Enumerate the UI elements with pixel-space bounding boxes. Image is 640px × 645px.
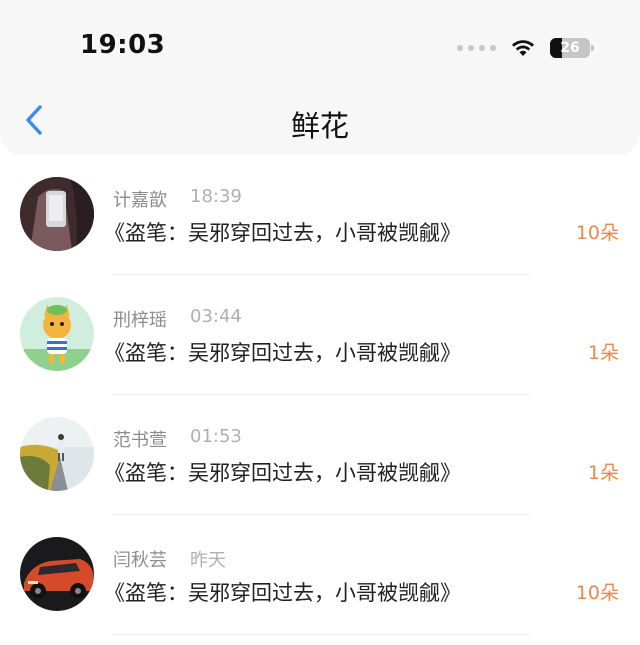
signal-icon (457, 45, 496, 51)
send-time: 昨天 (190, 550, 226, 571)
flower-amount: 1朵 (587, 342, 619, 364)
flower-list: 计嘉歆 18:39 《盗笔：吴邪穿回过去，小哥被觊觎》 10朵 刑梓瑶 03:4… (0, 155, 640, 635)
sender-name: 计嘉歆 (113, 190, 167, 211)
list-item[interactable]: 范书萱 01:53 《盗笔：吴邪穿回过去，小哥被觊觎》 1朵 (0, 395, 640, 515)
book-title: 《盗笔：吴邪穿回过去，小哥被觊觎》 (104, 581, 461, 605)
status-icons: 26 (457, 36, 594, 60)
page-title: 鲜花 (290, 109, 349, 143)
list-item[interactable]: 刑梓瑶 03:44 《盗笔：吴邪穿回过去，小哥被觊觎》 1朵 (0, 275, 640, 395)
avatar (20, 297, 94, 371)
book-title: 《盗笔：吴邪穿回过去，小哥被觊觎》 (104, 221, 461, 245)
avatar (20, 417, 94, 491)
avatar (20, 537, 94, 611)
list-item[interactable]: 闫秋芸 昨天 《盗笔：吴邪穿回过去，小哥被觊觎》 10朵 (0, 515, 640, 635)
list-item[interactable]: 计嘉歆 18:39 《盗笔：吴邪穿回过去，小哥被觊觎》 10朵 (0, 155, 640, 275)
status-time: 19:03 (80, 30, 166, 60)
flower-amount: 10朵 (575, 222, 619, 244)
divider (113, 634, 530, 635)
flower-amount: 10朵 (575, 582, 619, 604)
send-time: 01:53 (190, 426, 242, 447)
send-time: 18:39 (190, 186, 242, 207)
sender-name: 范书萱 (113, 430, 167, 451)
top-bar: 19:03 26 鲜花 (0, 0, 640, 155)
battery-icon: 26 (550, 38, 594, 58)
wifi-icon (512, 40, 534, 56)
book-title: 《盗笔：吴邪穿回过去，小哥被觊觎》 (104, 341, 461, 365)
avatar (20, 177, 94, 251)
sender-name: 闫秋芸 (113, 550, 167, 571)
book-title: 《盗笔：吴邪穿回过去，小哥被觊觎》 (104, 461, 461, 485)
sender-name: 刑梓瑶 (113, 310, 167, 331)
flower-amount: 1朵 (587, 462, 619, 484)
send-time: 03:44 (190, 306, 242, 327)
battery-level: 26 (560, 40, 580, 56)
